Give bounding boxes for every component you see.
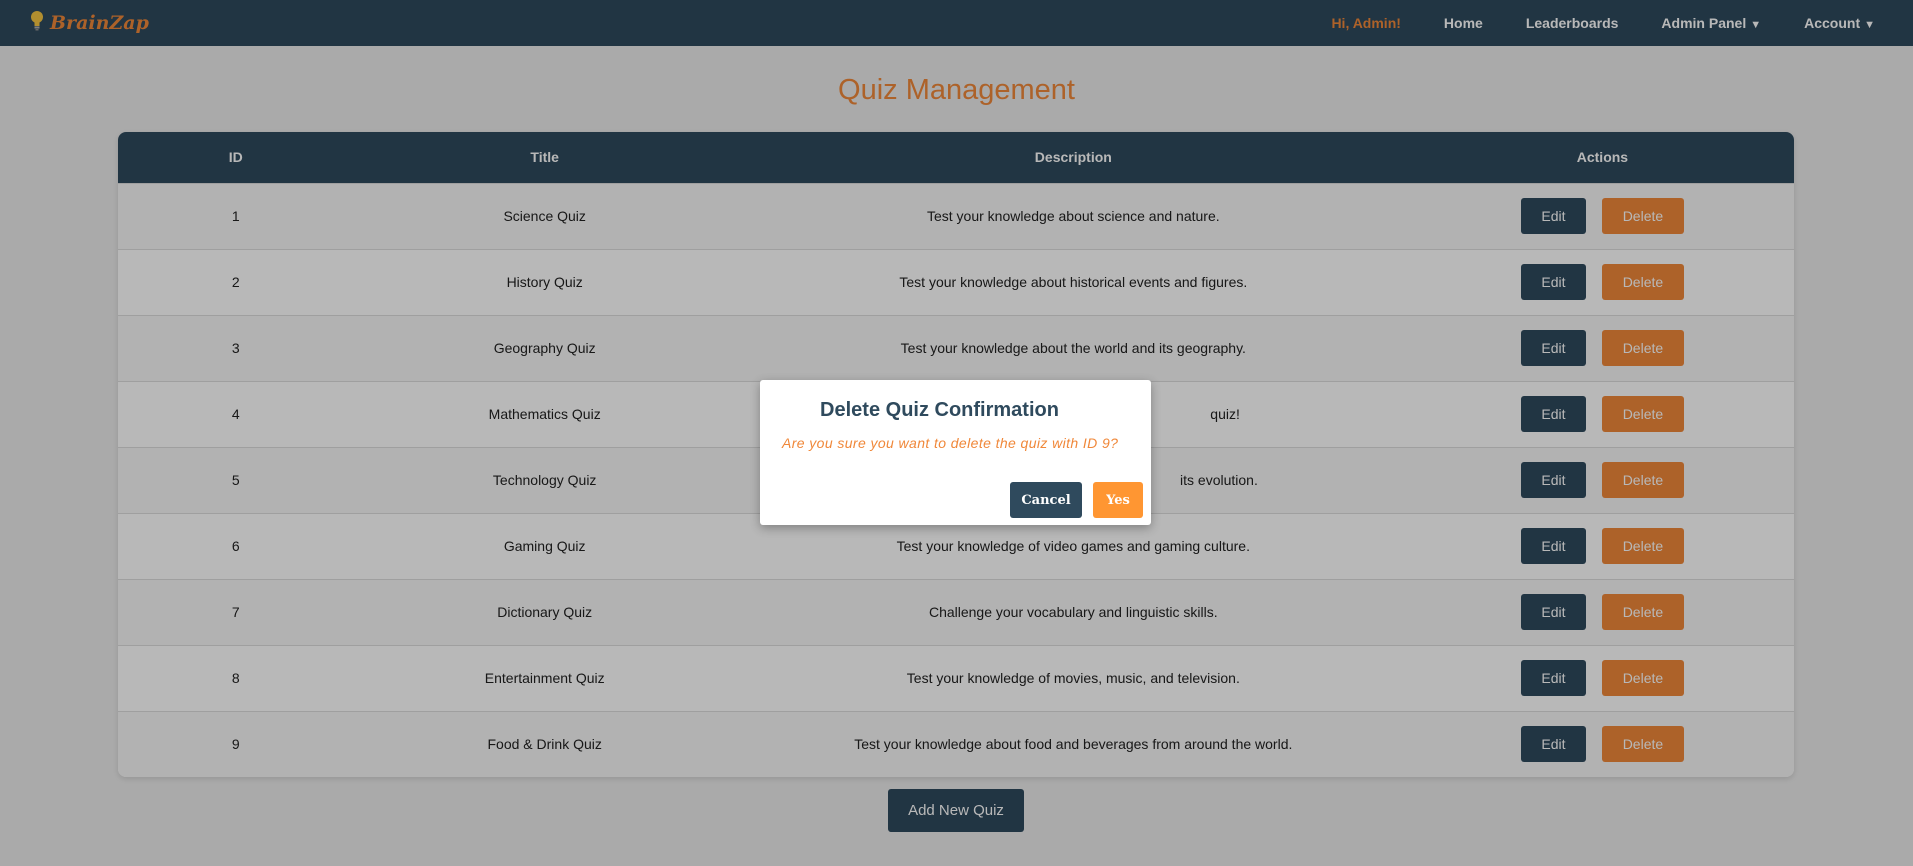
delete-confirmation-modal: Delete Quiz Confirmation Are you sure yo… bbox=[760, 380, 1151, 525]
modal-message: Are you sure you want to delete the quiz… bbox=[782, 435, 1119, 451]
confirm-yes-button[interactable]: Yes bbox=[1093, 482, 1143, 518]
app-root: BrainZap Hi, Admin! Home Leaderboards Ad… bbox=[0, 0, 1913, 866]
cancel-button[interactable]: Cancel bbox=[1010, 482, 1082, 518]
modal-title: Delete Quiz Confirmation bbox=[820, 399, 1059, 421]
modal-actions: Cancel Yes bbox=[1010, 482, 1143, 518]
